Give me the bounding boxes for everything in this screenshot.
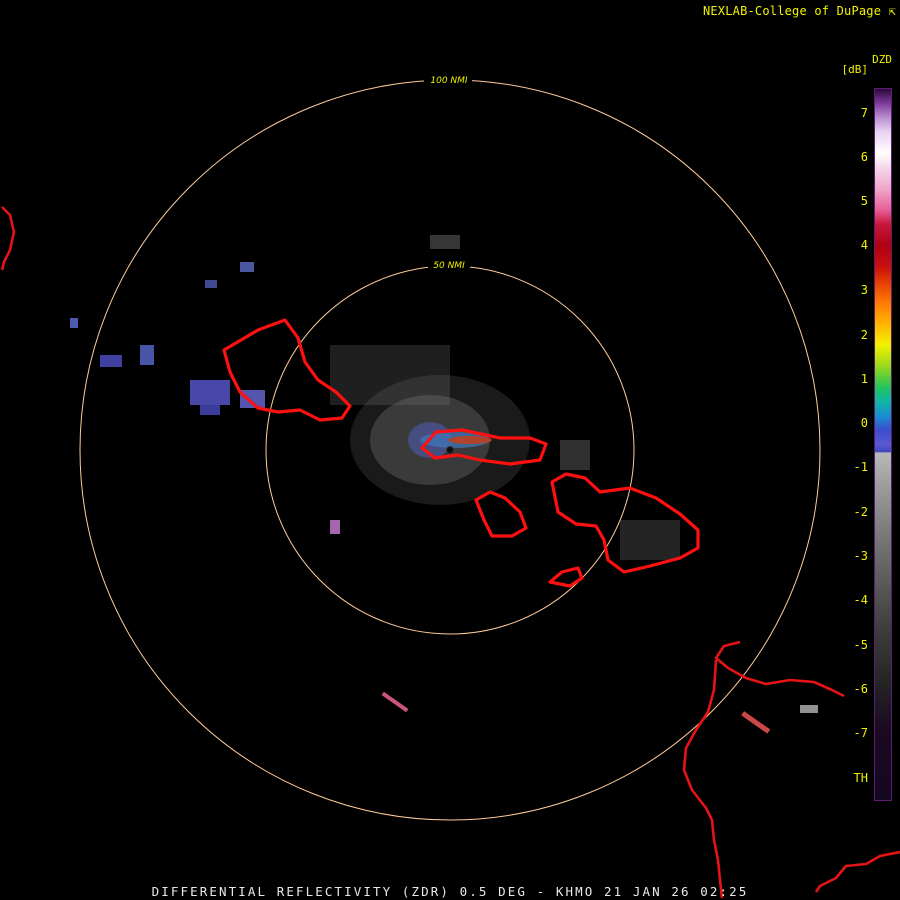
legend-tick-minus-1: -1 bbox=[853, 460, 868, 474]
legend-unit: [dB] bbox=[841, 63, 869, 76]
legend-tick-minus-6: -6 bbox=[853, 682, 868, 696]
range-label-100: 100 NMI bbox=[430, 76, 468, 86]
legend-tick-0: 0 bbox=[860, 416, 868, 430]
product-caption: DIFFERENTIAL REFLECTIVITY (ZDR) 0.5 DEG … bbox=[151, 884, 749, 899]
legend-tick-2: 2 bbox=[860, 328, 868, 342]
legend-tick-1: 1 bbox=[860, 372, 868, 386]
legend-tick-5: 5 bbox=[860, 194, 868, 208]
legend-tick-3: 3 bbox=[860, 283, 868, 297]
credit-text: NEXLAB-College of DuPage ⇱ bbox=[702, 4, 896, 18]
legend-tick-4: 4 bbox=[860, 238, 868, 252]
legend-tick-minus-5: -5 bbox=[853, 638, 868, 652]
legend-color-bar bbox=[874, 88, 892, 801]
legend-tick-minus-2: -2 bbox=[853, 505, 868, 519]
radar-map: 50 NMI 100 NMI bbox=[0, 0, 900, 900]
radar-site-marker bbox=[446, 446, 454, 454]
legend-tick-6: 6 bbox=[860, 150, 868, 164]
range-label-50: 50 NMI bbox=[433, 261, 465, 271]
legend-title: DZD bbox=[872, 53, 892, 66]
legend-labels: 7 6 5 4 3 2 1 0 -1 -2 -3 -4 -5 -6 -7 TH bbox=[848, 88, 868, 808]
legend-tick-minus-3: -3 bbox=[853, 549, 868, 563]
legend-tick-7: 7 bbox=[860, 106, 868, 120]
legend-tick-minus-4: -4 bbox=[853, 593, 868, 607]
legend-tick-minus-7: -7 bbox=[853, 726, 868, 740]
legend-tick-th: TH bbox=[853, 771, 868, 785]
